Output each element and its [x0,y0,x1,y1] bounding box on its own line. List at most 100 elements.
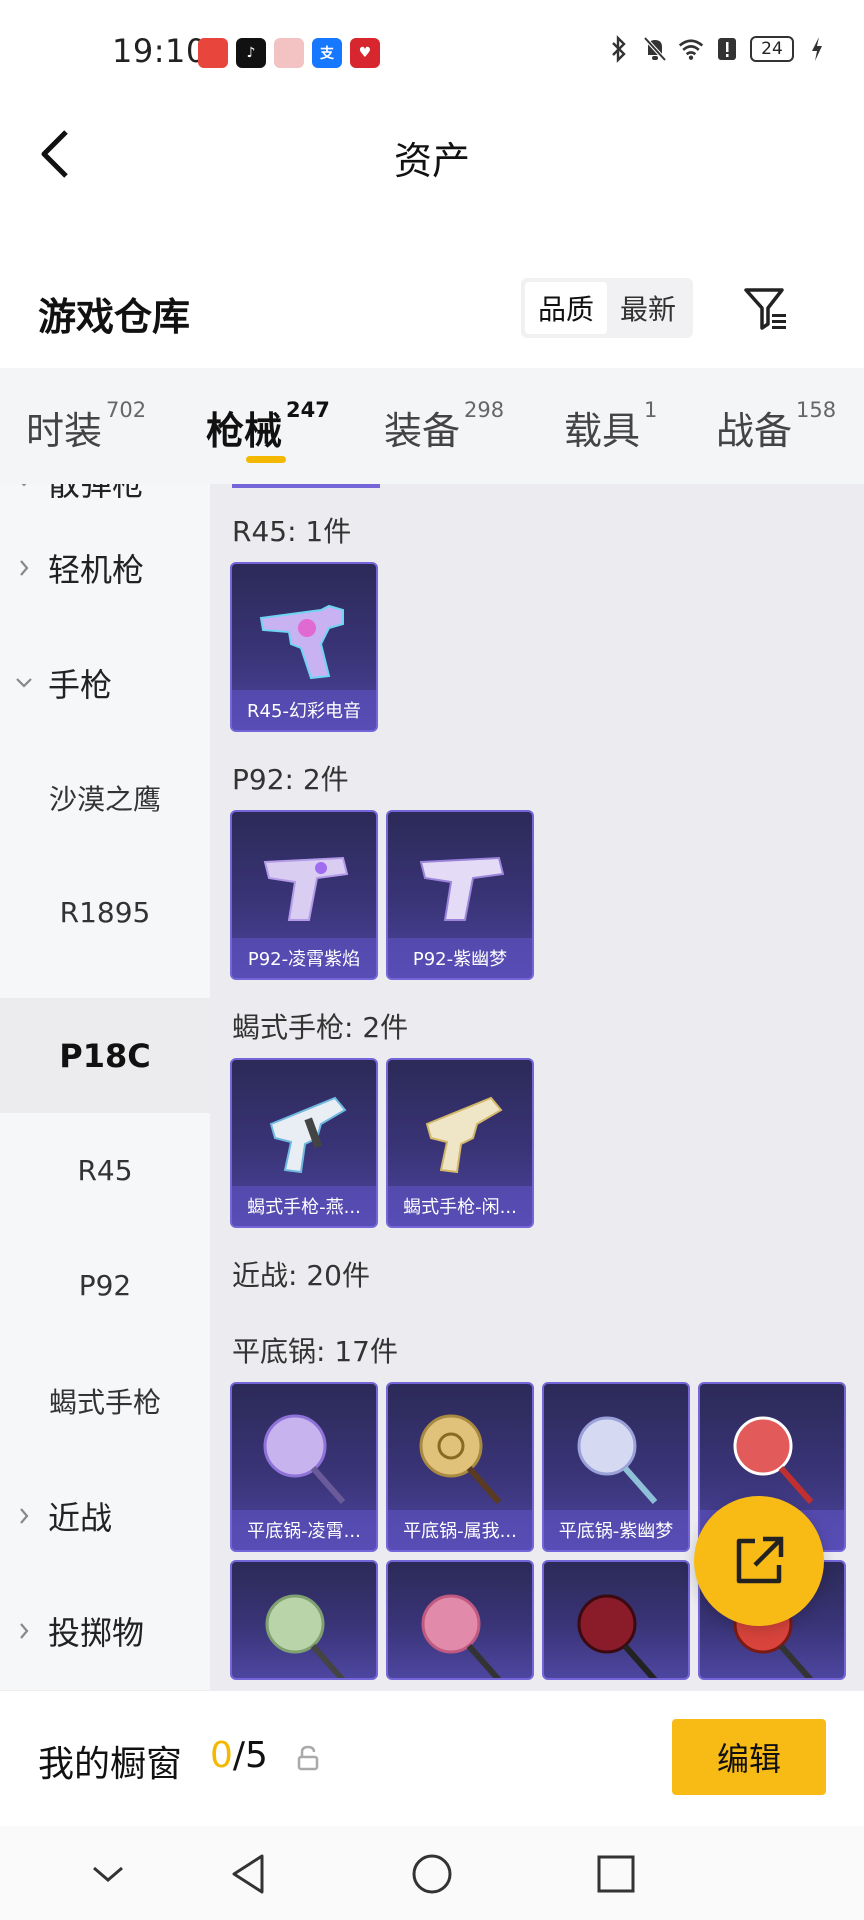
sidebar: 散弹枪 轻机枪 手枪 沙漠之鹰 R1895 P18C R45 P92 蝎式手枪 … [0,484,210,1690]
tab-label: 装备 [384,409,461,453]
item-card[interactable]: 蝎式手枪-燕... [230,1058,378,1228]
group-label-melee: 近战: 20件 [232,1259,370,1292]
pistol-icon [246,832,366,940]
sort-newest-button[interactable]: 最新 [607,282,689,334]
item-card-label: 平底锅-凌霄... [232,1510,376,1550]
chevron-down-icon [0,484,48,490]
chevron-right-icon [0,1506,48,1526]
item-card-label: 蝎式手枪-闲... [388,1186,532,1226]
system-nav-bar [0,1826,864,1920]
item-card-label: 平底锅-紫幽梦 [544,1510,688,1550]
gift-box-icon [274,38,304,68]
frying-pan-icon [558,1404,678,1512]
sidebar-item-lmg[interactable]: 轻机枪 [0,510,210,625]
tab-label: 枪械 [206,409,283,453]
nav-recents-button[interactable] [588,1846,644,1902]
page-title: 资产 [393,139,470,183]
sidebar-item-throwables[interactable]: 投掷物 [0,1573,210,1688]
frying-pan-icon [246,1404,366,1512]
tab-label: 载具 [564,409,641,453]
sidebar-item-label: R45 [77,1154,133,1187]
item-card-label: 平底锅-属我... [388,1510,532,1550]
item-card[interactable]: 蝎式手枪-闲... [386,1058,534,1228]
item-card[interactable]: 平底锅-凌霄... [230,1382,378,1552]
chevron-down-icon [93,1866,123,1882]
tab-count: 702 [106,398,147,422]
item-card[interactable] [542,1560,690,1680]
item-card[interactable]: P92-凌霄紫焰 [230,810,378,980]
sidebar-item-skorpion[interactable]: 蝎式手枪 [0,1343,210,1458]
battery-indicator: 24 [750,36,794,62]
sort-quality-button[interactable]: 品质 [525,282,607,334]
frying-pan-icon [714,1404,834,1512]
sidebar-item-p18c[interactable]: P18C [0,998,210,1113]
tab-label: 战备 [716,409,793,453]
tab-equipment[interactable]: 装备 298 [384,398,504,455]
warehouse-title: 游戏仓库 [38,295,191,339]
filter-button[interactable] [738,280,794,336]
mute-bell-icon [642,34,668,64]
sidebar-item-r1895[interactable]: R1895 [0,855,210,970]
card-edge [232,484,380,488]
tab-vehicles[interactable]: 载具 1 [564,398,658,455]
status-bar: 19:10 ♪ 支 ♥ 24 [0,0,864,104]
tab-supplies[interactable]: 战备 158 [716,398,837,455]
sidebar-item-label: 沙漠之鹰 [48,782,161,816]
triangle-back-icon [232,1854,264,1894]
item-card-label: P92-凌霄紫焰 [232,938,376,978]
group-label-skorpion: 蝎式手枪: 2件 [232,1011,409,1044]
notification-icons: ♪ 支 ♥ [198,38,380,68]
status-time: 19:10 [112,32,207,70]
item-card[interactable]: R45-幻彩电音 [230,562,378,732]
showcase-current: 0 [210,1735,233,1776]
smg-pistol-icon [402,1080,522,1188]
sidebar-item-melee[interactable]: 近战 [0,1458,210,1573]
frying-pan-icon [402,1404,522,1512]
system-icons: 24 [606,34,830,64]
edit-button[interactable]: 编辑 [672,1719,826,1795]
tab-fashion[interactable]: 时装 702 [26,398,147,455]
bluetooth-icon [606,34,632,64]
nav-back-button[interactable] [220,1846,276,1902]
filter-icon [744,288,786,330]
collapse-nav-button[interactable] [80,1846,136,1902]
showcase-label: 我的橱窗 [38,1744,183,1785]
item-card[interactable]: 平底锅-属我... [386,1382,534,1552]
active-tab-indicator [246,456,286,463]
alert-icon [714,34,740,64]
tiktok-icon: ♪ [236,38,266,68]
app-red-icon: ♥ [350,38,380,68]
sidebar-item-label: 近战 [48,1498,113,1537]
sidebar-item-r45[interactable]: R45 [0,1113,210,1228]
wifi-icon [678,34,704,64]
frying-pan-icon [558,1582,678,1678]
chevron-right-icon [0,558,48,578]
sort-toggle: 品质 最新 [521,278,693,338]
charging-icon [804,34,830,64]
category-tabs: 时装 702 枪械 247 装备 298 载具 1 战备 158 [0,368,864,484]
frying-pan-icon [402,1582,522,1678]
revolver-icon [246,584,366,692]
sidebar-item-label: 蝎式手枪 [48,1385,161,1419]
item-card[interactable]: P92-紫幽梦 [386,810,534,980]
sidebar-item-p92[interactable]: P92 [0,1228,210,1343]
chevron-down-icon [0,675,48,691]
sidebar-item-desert-eagle[interactable]: 沙漠之鹰 [0,740,210,855]
share-fab-button[interactable] [694,1496,824,1626]
tab-count: 1 [644,398,658,422]
tab-firearms[interactable]: 枪械 247 [206,398,330,455]
sidebar-item-label: 投掷物 [48,1613,145,1652]
item-card[interactable] [386,1560,534,1680]
item-card-label: 蝎式手枪-燕... [232,1186,376,1226]
tab-label: 时装 [26,409,103,453]
nav-home-button[interactable] [404,1846,460,1902]
sidebar-item-pistol[interactable]: 手枪 [0,625,210,740]
showcase-total: /5 [232,1735,268,1776]
lock-icon [297,1745,319,1771]
huawei-mall-icon [198,38,228,68]
item-card[interactable]: 平底锅-紫幽梦 [542,1382,690,1552]
item-card[interactable] [230,1560,378,1680]
sidebar-item-label: R1895 [59,896,151,929]
smg-pistol-icon [246,1080,366,1188]
tab-count: 158 [796,398,837,422]
